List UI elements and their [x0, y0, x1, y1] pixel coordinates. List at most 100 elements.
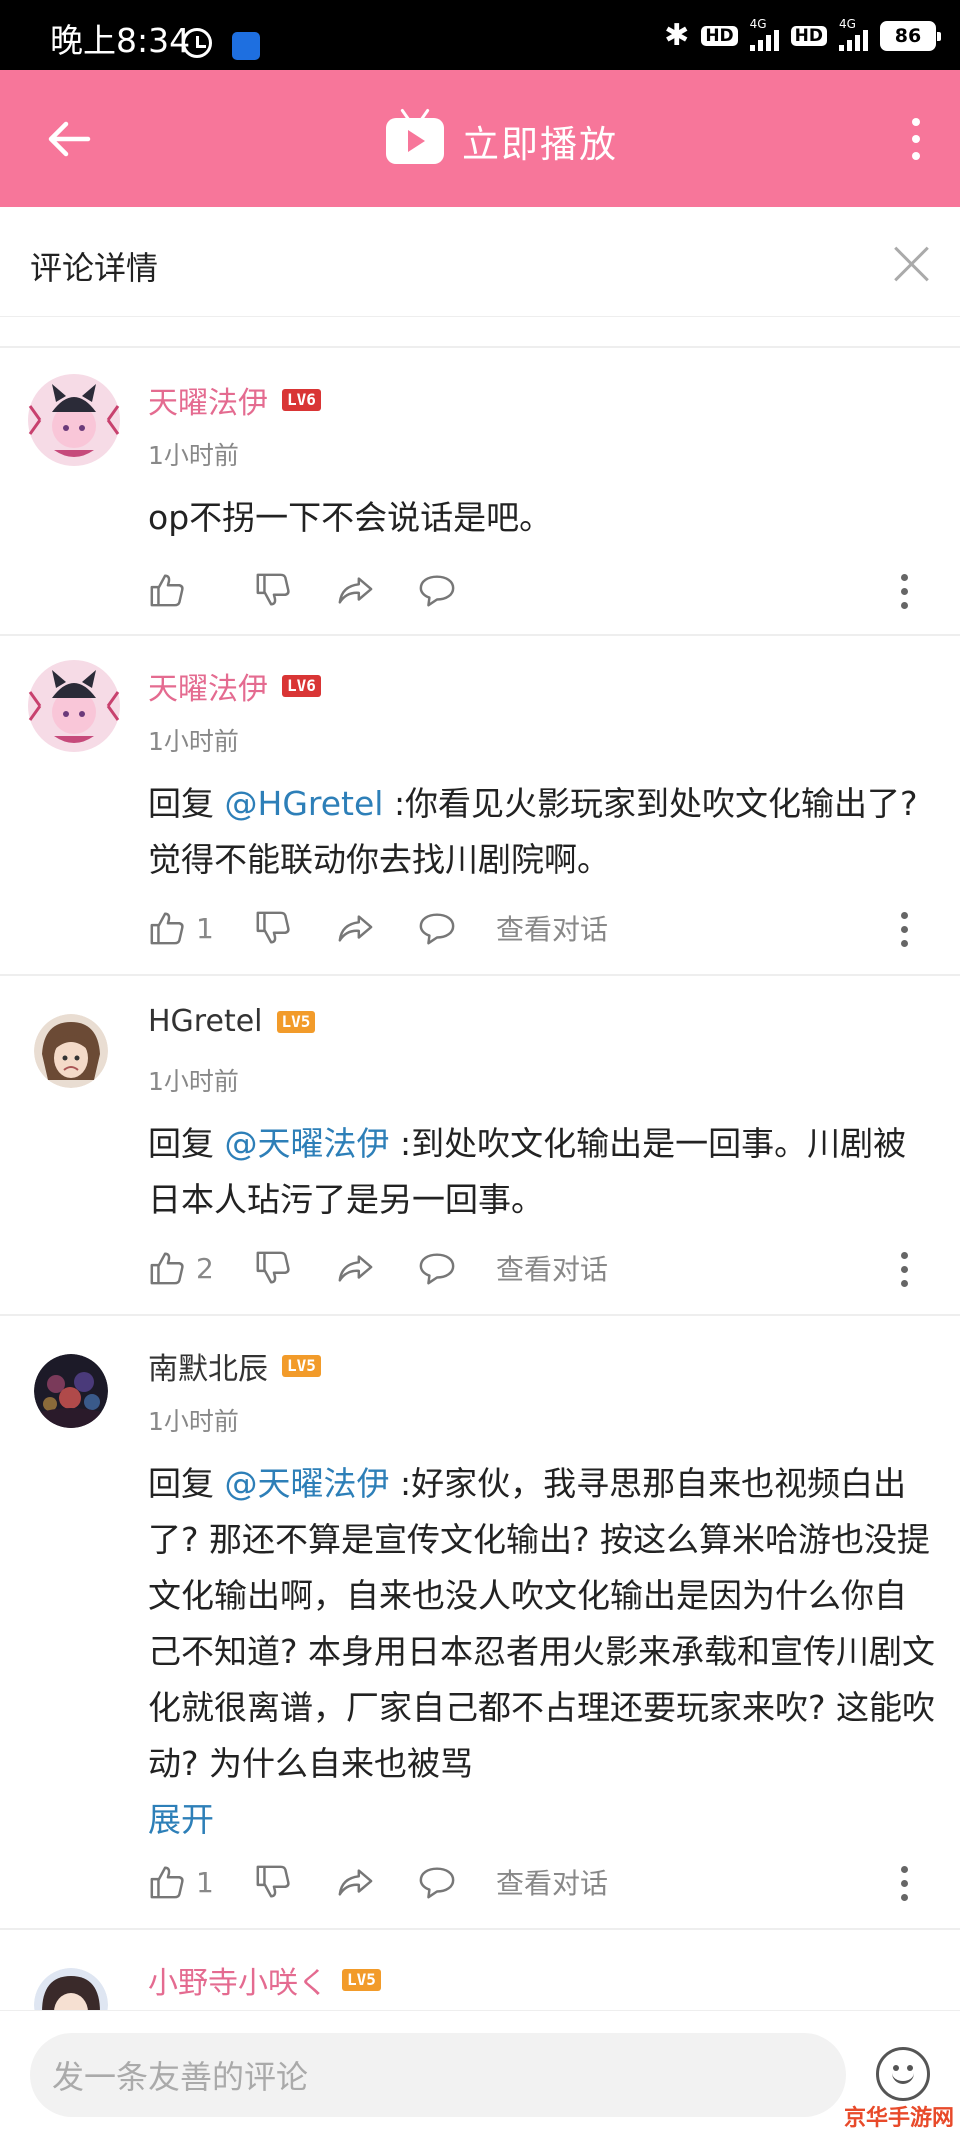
level-badge: LV6 — [282, 675, 321, 697]
more-menu-icon[interactable] — [912, 118, 920, 160]
reply-prefix: 回复 — [148, 1124, 225, 1163]
back-arrow-icon[interactable] — [44, 114, 94, 164]
share-button[interactable] — [336, 571, 374, 609]
hd-badge-2: HD — [790, 25, 827, 46]
comment-list: 天曜法伊 LV6 1小时前 op不拐一下不会说话是吧。 天曜法伊 LV6 1小时… — [0, 350, 960, 2042]
expand-link[interactable]: 展开 — [148, 1792, 938, 1848]
comment-item: HGretel LV5 1小时前 回复 @天曜法伊 :到处吹文化输出是一回事。川… — [0, 976, 960, 1316]
thumbs-up-icon — [150, 912, 184, 945]
more-options-icon[interactable] — [901, 1866, 908, 1901]
comment-header: 天曜法伊 LV6 — [148, 664, 321, 708]
mention-link[interactable]: @天曜法伊 — [225, 1124, 390, 1163]
thumbs-up-icon — [150, 1866, 184, 1899]
comment-text: 回复 @HGretel :你看见火影玩家到处吹文化输出了?觉得不能联动你去找川剧… — [148, 776, 938, 888]
comment-header: 南默北辰 LV5 — [148, 1344, 321, 1388]
network-type-label-2: 4G — [839, 16, 856, 31]
comment-actions: 1 查看对话 — [148, 1860, 608, 1904]
thumbs-down-icon — [256, 1865, 290, 1898]
mention-link[interactable]: @HGretel — [225, 784, 384, 823]
thumbs-up-icon — [150, 1252, 184, 1285]
username[interactable]: HGretel — [148, 1004, 263, 1039]
play-now-label: 立即播放 — [462, 123, 618, 166]
comment-body: op不拐一下不会说话是吧。 — [148, 498, 553, 537]
more-options-icon[interactable] — [901, 574, 908, 609]
avatar[interactable] — [34, 1354, 108, 1428]
share-button[interactable] — [336, 1249, 374, 1287]
comment-bubble-icon — [419, 913, 455, 945]
like-count: 1 — [196, 1865, 214, 1899]
alarm-icon — [182, 28, 212, 58]
comment-text: 回复 @天曜法伊 :到处吹文化输出是一回事。川剧被日本人玷污了是另一回事。 — [148, 1116, 938, 1228]
username[interactable]: 天曜法伊 — [148, 378, 268, 422]
comment-actions: 2 查看对话 — [148, 1246, 608, 1290]
reply-prefix: 回复 — [148, 784, 225, 823]
reply-button[interactable] — [418, 909, 456, 947]
comment-time: 1小时前 — [148, 441, 239, 470]
app-header: 立即播放 — [0, 70, 960, 207]
share-button[interactable] — [336, 909, 374, 947]
app-notification-icon — [232, 32, 260, 60]
like-count: 1 — [196, 911, 214, 945]
view-conversation-link[interactable]: 查看对话 — [496, 1248, 608, 1288]
level-badge: LV5 — [342, 1969, 381, 1991]
status-right: ✱ HD 4G HD 4G 86 — [664, 16, 941, 53]
hd-badge: HD — [701, 25, 738, 46]
thumbs-down-icon — [256, 1251, 290, 1284]
username[interactable]: 南默北辰 — [148, 1344, 268, 1388]
close-icon[interactable] — [894, 245, 930, 281]
view-conversation-link[interactable]: 查看对话 — [496, 908, 608, 948]
comment-bubble-icon — [419, 1867, 455, 1899]
comment-actions — [148, 568, 456, 612]
panel-title: 评论详情 — [30, 249, 159, 287]
comment-item: 南默北辰 LV5 1小时前 回复 @天曜法伊 :好家伙，我寻思那自来也视频白出了… — [0, 1316, 960, 1930]
more-options-icon[interactable] — [901, 1252, 908, 1287]
reply-button[interactable] — [418, 571, 456, 609]
play-now-button[interactable]: 立即播放 — [386, 114, 618, 168]
reply-button[interactable] — [418, 1249, 456, 1287]
like-button[interactable]: 2 — [148, 1249, 214, 1287]
thumbs-up-icon — [150, 574, 184, 607]
dislike-button[interactable] — [254, 1863, 292, 1901]
tv-play-icon — [386, 118, 444, 164]
level-badge: LV5 — [282, 1355, 321, 1377]
comment-time: 1小时前 — [148, 1067, 239, 1096]
comment-input[interactable]: 发一条友善的评论 — [30, 2033, 846, 2117]
dislike-button[interactable] — [254, 571, 292, 609]
share-arrow-icon — [338, 577, 373, 604]
comment-body: :好家伙，我寻思那自来也视频白出了? 那还不算是宣传文化输出? 按这么算米哈游也… — [148, 1464, 936, 1783]
comment-input-bar: 发一条友善的评论 — [0, 2010, 960, 2133]
battery-icon: 86 — [880, 20, 941, 51]
share-button[interactable] — [336, 1863, 374, 1901]
comment-actions: 1 查看对话 — [148, 906, 608, 950]
thumbs-down-icon — [256, 573, 290, 606]
dislike-button[interactable] — [254, 909, 292, 947]
view-conversation-link[interactable]: 查看对话 — [496, 1862, 608, 1902]
partial-action-row — [0, 300, 960, 348]
status-time: 晚上8:34 — [50, 21, 191, 60]
reply-button[interactable] — [418, 1863, 456, 1901]
more-options-icon[interactable] — [901, 912, 908, 947]
comment-time: 1小时前 — [148, 727, 239, 756]
level-badge: LV6 — [282, 389, 321, 411]
comment-item: 天曜法伊 LV6 1小时前 op不拐一下不会说话是吧。 — [0, 350, 960, 636]
avatar[interactable] — [26, 658, 122, 754]
level-badge: LV5 — [276, 1010, 316, 1033]
reply-prefix: 回复 — [148, 1464, 225, 1503]
dislike-button[interactable] — [254, 1249, 292, 1287]
comment-bubble-icon — [419, 1253, 455, 1285]
emoji-icon[interactable] — [876, 2047, 930, 2101]
like-button[interactable]: 1 — [148, 1863, 214, 1901]
mention-link[interactable]: @天曜法伊 — [225, 1464, 390, 1503]
like-button[interactable] — [148, 571, 214, 609]
username[interactable]: 天曜法伊 — [148, 664, 268, 708]
comment-item: 天曜法伊 LV6 1小时前 回复 @HGretel :你看见火影玩家到处吹文化输… — [0, 636, 960, 976]
watermark: 京华手游网 — [843, 2106, 954, 2131]
username[interactable]: 小野寺小咲く — [148, 1958, 328, 2002]
comment-text: 回复 @天曜法伊 :好家伙，我寻思那自来也视频白出了? 那还不算是宣传文化输出?… — [148, 1456, 938, 1848]
avatar[interactable] — [26, 372, 122, 468]
thumbs-down-icon — [256, 911, 290, 944]
comment-text: op不拐一下不会说话是吧。 — [148, 490, 938, 546]
bluetooth-icon: ✱ — [664, 18, 690, 53]
like-button[interactable]: 1 — [148, 909, 214, 947]
avatar[interactable] — [34, 1014, 108, 1088]
